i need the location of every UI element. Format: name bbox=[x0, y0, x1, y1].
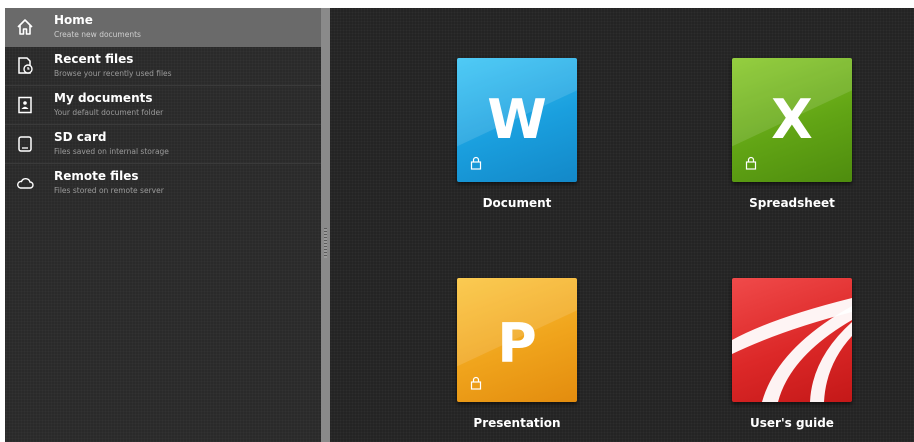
word-icon[interactable]: W bbox=[457, 58, 577, 182]
tile-users-guide[interactable]: User's guide bbox=[732, 278, 852, 430]
sidebar-item-recent-files[interactable]: Recent files Browse your recently used f… bbox=[5, 47, 321, 86]
divider-grip-handle[interactable] bbox=[324, 228, 327, 258]
tile-letter: P bbox=[497, 312, 537, 375]
powerpoint-icon[interactable]: P bbox=[457, 278, 577, 402]
sidebar: Home Create new documents Recent files B… bbox=[5, 8, 321, 442]
cloud-icon bbox=[15, 173, 35, 193]
sidebar-item-label: SD card bbox=[54, 130, 107, 144]
recent-files-icon bbox=[15, 56, 35, 76]
excel-icon[interactable]: X bbox=[732, 58, 852, 182]
tile-label: User's guide bbox=[750, 416, 834, 430]
sidebar-item-remote-files[interactable]: Remote files Files stored on remote serv… bbox=[5, 164, 321, 203]
sidebar-item-home[interactable]: Home Create new documents bbox=[5, 8, 321, 47]
sidebar-item-label: Recent files bbox=[54, 52, 134, 66]
pane-divider[interactable] bbox=[321, 8, 330, 442]
pdf-swoosh-icon bbox=[732, 298, 852, 402]
tile-label: Spreadsheet bbox=[749, 196, 835, 210]
app-window: Home Create new documents Recent files B… bbox=[5, 8, 914, 442]
pdf-icon[interactable] bbox=[732, 278, 852, 402]
tile-spreadsheet[interactable]: X Spreadsheet bbox=[732, 58, 852, 210]
tile-document[interactable]: W Document bbox=[457, 58, 577, 210]
my-documents-icon bbox=[15, 95, 35, 115]
tile-label: Document bbox=[482, 196, 552, 210]
tile-letter: X bbox=[771, 88, 813, 151]
sidebar-item-subtitle: Create new documents bbox=[54, 30, 141, 39]
tile-presentation[interactable]: P Presentation bbox=[457, 278, 577, 430]
main-panel: W Document X Spreadsheet P Presentation bbox=[330, 8, 914, 442]
home-icon bbox=[15, 17, 35, 37]
sidebar-item-subtitle: Files stored on remote server bbox=[54, 186, 164, 195]
sidebar-item-my-documents[interactable]: My documents Your default document folde… bbox=[5, 86, 321, 125]
sidebar-item-sd-card[interactable]: SD card Files saved on internal storage bbox=[5, 125, 321, 164]
sidebar-item-label: My documents bbox=[54, 91, 153, 105]
lock-icon bbox=[470, 376, 482, 390]
sidebar-item-subtitle: Browse your recently used files bbox=[54, 69, 172, 78]
tile-label: Presentation bbox=[473, 416, 561, 430]
sidebar-item-label: Home bbox=[54, 13, 93, 27]
sidebar-item-subtitle: Your default document folder bbox=[54, 108, 164, 117]
sd-card-icon bbox=[15, 134, 35, 154]
sidebar-item-label: Remote files bbox=[54, 169, 139, 183]
lock-icon bbox=[470, 156, 482, 170]
sidebar-item-subtitle: Files saved on internal storage bbox=[54, 147, 169, 156]
tile-letter: W bbox=[487, 88, 547, 151]
lock-icon bbox=[745, 156, 757, 170]
